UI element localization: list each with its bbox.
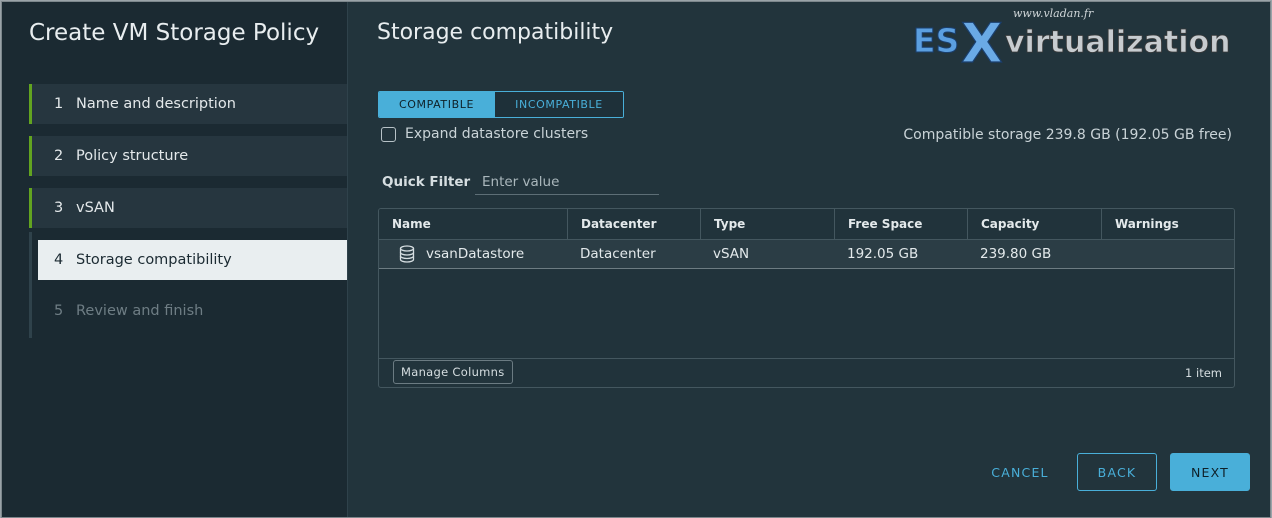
quick-filter-input[interactable] <box>475 170 659 195</box>
column-header-capacity[interactable]: Capacity <box>967 209 1101 239</box>
step-label: Review and finish <box>76 303 204 319</box>
wizard-step-name-and-description[interactable]: 1 Name and description <box>29 84 347 124</box>
incompatible-tab[interactable]: INCOMPATIBLE <box>494 92 623 117</box>
main-content: Storage compatibility www.vladan.fr ES X… <box>348 2 1270 517</box>
quick-filter-label: Quick Filter <box>382 174 471 190</box>
cell-warnings <box>1101 240 1234 268</box>
wizard-step-storage-compatibility[interactable]: 4 Storage compatibility <box>38 240 347 280</box>
cell-datacenter: Datacenter <box>580 246 656 262</box>
wizard-step-policy-structure[interactable]: 2 Policy structure <box>29 136 347 176</box>
datastore-grid: Name Datacenter Type Free Space Capacity… <box>378 208 1235 388</box>
column-header-warnings[interactable]: Warnings <box>1101 209 1234 239</box>
expand-clusters-checkbox[interactable] <box>381 126 396 142</box>
wizard-title: Create VM Storage Policy <box>29 20 320 46</box>
wizard-step-review-and-finish: 5 Review and finish <box>29 291 347 331</box>
grid-footer: Manage Columns 1 item <box>379 358 1234 387</box>
step-number: 5 <box>54 303 64 319</box>
cell-type: vSAN <box>713 246 750 262</box>
manage-columns-button[interactable]: Manage Columns <box>393 360 513 384</box>
wizard-step-vsan[interactable]: 3 vSAN <box>29 188 347 228</box>
grid-header: Name Datacenter Type Free Space Capacity… <box>379 209 1234 240</box>
step-label: Storage compatibility <box>76 252 232 268</box>
datastore-icon <box>399 245 415 263</box>
column-header-name[interactable]: Name <box>379 209 567 239</box>
next-button[interactable]: NEXT <box>1170 453 1250 491</box>
column-header-datacenter[interactable]: Datacenter <box>567 209 700 239</box>
wizard-progress-rail <box>29 232 32 338</box>
expand-datastore-clusters[interactable]: Expand datastore clusters <box>381 126 588 142</box>
compatible-storage-summary: Compatible storage 239.8 GB (192.05 GB f… <box>903 127 1232 143</box>
step-number: 3 <box>54 200 64 216</box>
table-row[interactable]: vsanDatastore Datacenter vSAN 192.05 GB … <box>379 240 1234 269</box>
step-label: vSAN <box>76 200 115 216</box>
cell-capacity: 239.80 GB <box>980 246 1052 262</box>
compatible-tab[interactable]: COMPATIBLE <box>379 92 494 117</box>
compatibility-toggle: COMPATIBLE INCOMPATIBLE <box>378 91 624 118</box>
step-number: 2 <box>54 148 64 164</box>
column-header-free-space[interactable]: Free Space <box>834 209 967 239</box>
step-number: 1 <box>54 96 64 112</box>
step-number: 4 <box>54 252 64 268</box>
cancel-button[interactable]: CANCEL <box>980 453 1060 491</box>
cell-name: vsanDatastore <box>379 240 567 268</box>
esx-virtualization-logo: www.vladan.fr ES X virtualization <box>913 7 1231 70</box>
column-header-type[interactable]: Type <box>700 209 834 239</box>
logo-virtualization-text: virtualization <box>1005 25 1230 60</box>
page-title: Storage compatibility <box>377 20 614 45</box>
logo-site-url: www.vladan.fr <box>1013 7 1094 20</box>
logo-es-text: ES <box>913 21 959 60</box>
expand-clusters-label: Expand datastore clusters <box>405 126 589 142</box>
logo-x-text: X <box>961 12 1003 70</box>
datastore-name: vsanDatastore <box>426 246 525 262</box>
create-vm-storage-policy-dialog: Create VM Storage Policy 1 Name and desc… <box>1 1 1271 518</box>
step-label: Policy structure <box>76 148 189 164</box>
item-count: 1 item <box>1185 366 1222 380</box>
back-button[interactable]: BACK <box>1077 453 1157 491</box>
wizard-sidebar: Create VM Storage Policy 1 Name and desc… <box>2 2 348 517</box>
cell-free-space: 192.05 GB <box>847 246 919 262</box>
step-label: Name and description <box>76 96 236 112</box>
